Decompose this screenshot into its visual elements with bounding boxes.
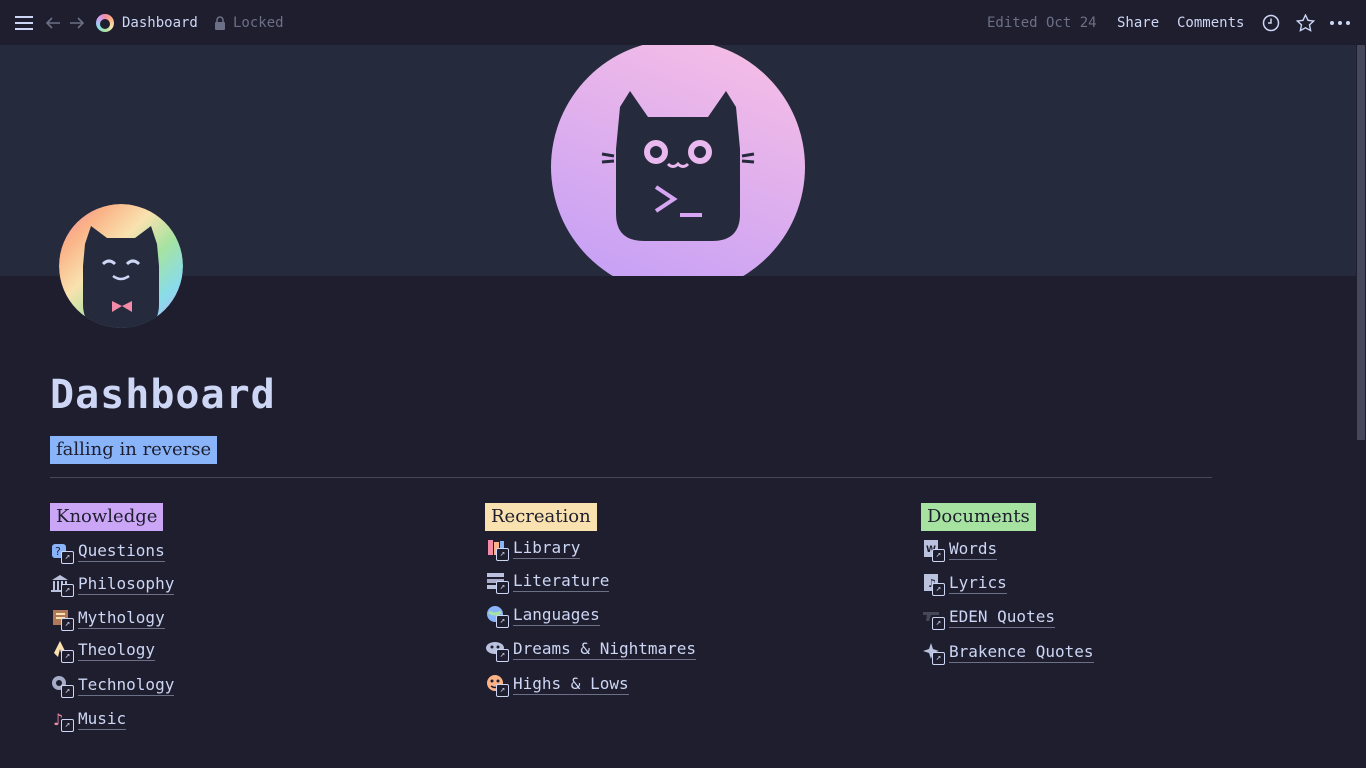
clock-icon[interactable] — [1262, 0, 1280, 45]
cloud-face-icon: ↗ — [485, 638, 509, 662]
link-label: Words — [949, 538, 998, 560]
lock-label: Locked — [233, 14, 284, 31]
scroll-icon: ↗ — [50, 607, 74, 631]
link-label: Philosophy — [78, 573, 175, 595]
link-words[interactable]: W ↗ Words — [921, 536, 998, 562]
terminal-cat-logo — [551, 45, 805, 276]
link-theology[interactable]: ↗ Theology — [50, 637, 156, 663]
top-bar: Dashboard Locked Edited Oct 24 Share Com… — [0, 0, 1366, 45]
scrollbar[interactable] — [1356, 45, 1366, 768]
link-eden-quotes[interactable]: ↗ EDEN Quotes — [921, 604, 1055, 630]
bookshelf-icon: ↗ — [485, 570, 509, 594]
question-blocks-icon: ? ↗ — [50, 540, 74, 564]
link-philosophy[interactable]: ↗ Philosophy — [50, 571, 175, 597]
arrow-left-icon[interactable] — [45, 0, 61, 45]
link-label: Languages — [513, 604, 600, 626]
books-icon: ↗ — [485, 537, 509, 561]
link-dreams-nightmares[interactable]: ↗ Dreams & Nightmares — [485, 636, 697, 662]
link-library[interactable]: ↗ Library — [485, 535, 581, 561]
link-highs-lows[interactable]: ↗ Highs & Lows — [485, 671, 629, 697]
lock-icon — [215, 15, 225, 30]
link-label: Dreams & Nightmares — [513, 638, 697, 660]
praying-hands-icon: ↗ — [50, 639, 74, 663]
smiling-cat-icon — [59, 204, 183, 328]
link-lyrics[interactable]: ♫↗ Lyrics — [921, 570, 1007, 596]
comments-button[interactable]: Comments — [1177, 0, 1244, 45]
link-label: Questions — [78, 540, 165, 562]
link-literature[interactable]: ↗ Literature — [485, 568, 610, 594]
page-icon[interactable] — [59, 204, 183, 328]
sheet-music-icon: ♫↗ — [921, 572, 945, 596]
globe-speech-icon: ↗ — [485, 604, 509, 628]
section-heading-documents: Documents — [921, 503, 1036, 531]
link-music[interactable]: ♪ ↗ Music — [50, 706, 127, 732]
mood-icon: ↗ — [485, 673, 509, 697]
link-label: Technology — [78, 674, 175, 696]
share-button[interactable]: Share — [1117, 0, 1159, 45]
star-icon[interactable] — [1296, 0, 1315, 45]
link-label: Library — [513, 537, 581, 559]
link-languages[interactable]: ↗ Languages — [485, 602, 600, 628]
hamburger-menu-icon[interactable] — [15, 0, 33, 45]
arrow-right-icon[interactable] — [69, 0, 85, 45]
more-horizontal-icon[interactable] — [1330, 0, 1350, 45]
link-label: Mythology — [78, 607, 165, 629]
gear-head-icon: ↗ — [50, 674, 74, 698]
treble-clef-icon: ♪ ↗ — [50, 708, 74, 732]
breadcrumb-title: Dashboard — [122, 14, 198, 31]
subtitle-tag: falling in reverse — [50, 436, 218, 464]
link-label: Literature — [513, 570, 610, 592]
scrollbar-thumb[interactable] — [1357, 45, 1365, 440]
divider — [50, 477, 1212, 478]
page-title[interactable]: Dashboard — [50, 372, 276, 418]
link-label: Lyrics — [949, 572, 1007, 594]
lock-status[interactable]: Locked — [214, 0, 284, 45]
edited-timestamp: Edited Oct 24 — [987, 14, 1097, 31]
link-technology[interactable]: ↗ Technology — [50, 672, 175, 698]
word-document-icon: W ↗ — [921, 538, 945, 562]
cat-avatar-icon — [96, 13, 114, 32]
sparkle-icon: ↗ — [921, 641, 945, 665]
link-label: EDEN Quotes — [949, 606, 1055, 628]
link-label: Music — [78, 708, 127, 730]
gun-icon: ↗ — [921, 606, 945, 630]
link-brakence-quotes[interactable]: ↗ Brakence Quotes — [921, 639, 1094, 665]
link-label: Highs & Lows — [513, 673, 629, 695]
link-label: Theology — [78, 639, 156, 661]
section-heading-recreation: Recreation — [485, 503, 597, 531]
section-heading-knowledge: Knowledge — [50, 503, 164, 531]
link-label: Brakence Quotes — [949, 641, 1094, 663]
classical-building-icon: ↗ — [50, 573, 74, 597]
link-questions[interactable]: ? ↗ Questions — [50, 538, 165, 564]
breadcrumb[interactable]: Dashboard — [96, 0, 198, 45]
link-mythology[interactable]: ↗ Mythology — [50, 605, 165, 631]
cover-image[interactable] — [0, 45, 1356, 276]
